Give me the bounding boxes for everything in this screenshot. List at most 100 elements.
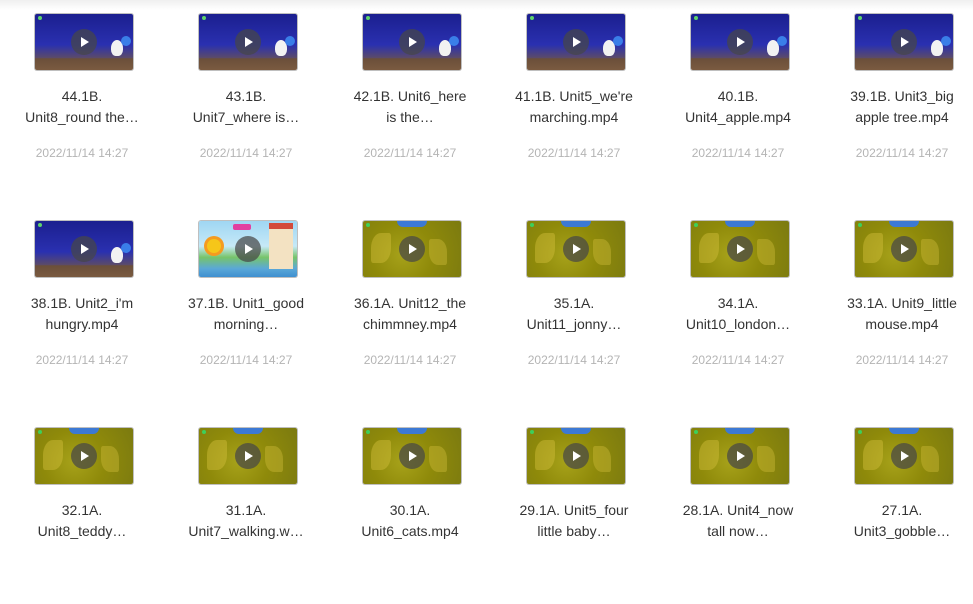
video-thumbnail[interactable]	[855, 14, 953, 70]
video-thumbnail[interactable]	[35, 221, 133, 277]
video-thumbnail[interactable]	[199, 428, 297, 484]
file-tile[interactable]: 44.1B. Unit8_round the… 2022/11/14 14:27	[0, 0, 164, 190]
file-name[interactable]: 41.1B. Unit5_we're marching.mp4	[492, 86, 656, 128]
video-thumbnail[interactable]	[527, 428, 625, 484]
video-thumbnail[interactable]	[691, 14, 789, 70]
scrollbar[interactable]	[965, 0, 973, 564]
file-name[interactable]: 33.1A. Unit9_little mouse.mp4	[820, 293, 973, 335]
band-decoration	[397, 428, 427, 434]
file-name-line-2: Unit7_where is…	[192, 109, 300, 125]
file-tile[interactable]: 33.1A. Unit9_little mouse.mp4 2022/11/14 1…	[820, 207, 973, 397]
play-icon[interactable]	[235, 236, 261, 262]
file-tile[interactable]: 41.1B. Unit5_we're marching.mp4 2022/11/14…	[492, 0, 656, 190]
video-thumbnail[interactable]	[855, 428, 953, 484]
file-name[interactable]: 34.1A. Unit10_london…	[656, 293, 820, 335]
file-date: 2022/11/14 14:27	[691, 146, 785, 160]
file-date: 2022/11/14 14:27	[527, 146, 621, 160]
file-name[interactable]: 27.1A. Unit3_gobble…	[820, 500, 973, 542]
play-icon[interactable]	[891, 236, 917, 262]
video-thumbnail[interactable]	[363, 428, 461, 484]
file-tile[interactable]: 31.1A. Unit7_walking.w…	[164, 414, 328, 604]
play-icon[interactable]	[727, 443, 753, 469]
file-name-line-1: 44.1B.	[61, 88, 103, 104]
play-icon[interactable]	[235, 443, 261, 469]
play-icon[interactable]	[71, 236, 97, 262]
play-icon[interactable]	[399, 236, 425, 262]
file-tile[interactable]: 39.1B. Unit3_big apple tree.mp4 2022/11/14…	[820, 0, 973, 190]
video-thumbnail[interactable]	[855, 221, 953, 277]
file-name[interactable]: 35.1A. Unit11_jonny…	[492, 293, 656, 335]
play-icon[interactable]	[727, 29, 753, 55]
play-icon[interactable]	[235, 29, 261, 55]
file-tile[interactable]: 43.1B. Unit7_where is… 2022/11/14 14:27	[164, 0, 328, 190]
video-thumbnail[interactable]	[691, 428, 789, 484]
file-name[interactable]: 37.1B. Unit1_good morning…	[164, 293, 328, 335]
band-decoration	[725, 221, 755, 227]
file-tile[interactable]: 34.1A. Unit10_london… 2022/11/14 14:27	[656, 207, 820, 397]
video-thumbnail[interactable]	[527, 14, 625, 70]
file-name[interactable]: 32.1A. Unit8_teddy…	[0, 500, 164, 542]
moon-decoration	[38, 16, 42, 20]
play-icon[interactable]	[563, 443, 589, 469]
leaf-decoration	[757, 239, 775, 265]
play-icon[interactable]	[563, 29, 589, 55]
file-name-line-1: 34.1A.	[717, 295, 759, 311]
file-name[interactable]: 28.1A. Unit4_now tall now…	[656, 500, 820, 542]
file-tile[interactable]: 30.1A. Unit6_cats.mp4	[328, 414, 492, 604]
file-name[interactable]: 43.1B. Unit7_where is…	[164, 86, 328, 128]
file-name-line-1: 42.1B. Unit6_here	[353, 88, 467, 104]
leaf-decoration	[699, 233, 719, 263]
leaf-decoration	[757, 446, 775, 472]
file-name[interactable]: 38.1B. Unit2_i'm hungry.mp4	[0, 293, 164, 335]
play-icon[interactable]	[399, 443, 425, 469]
band-decoration	[889, 428, 919, 434]
file-name[interactable]: 30.1A. Unit6_cats.mp4	[328, 500, 492, 542]
play-icon[interactable]	[563, 236, 589, 262]
play-icon[interactable]	[71, 29, 97, 55]
file-name[interactable]: 40.1B. Unit4_apple.mp4	[656, 86, 820, 128]
leaf-decoration	[921, 239, 939, 265]
file-name[interactable]: 36.1A. Unit12_the chimmney.mp4	[328, 293, 492, 335]
video-thumbnail[interactable]	[199, 14, 297, 70]
file-tile[interactable]: 27.1A. Unit3_gobble…	[820, 414, 973, 604]
file-tile[interactable]: 32.1A. Unit8_teddy…	[0, 414, 164, 604]
file-tile[interactable]: 37.1B. Unit1_good morning… 2022/11/14 14:2…	[164, 207, 328, 397]
video-thumbnail[interactable]	[691, 221, 789, 277]
play-icon[interactable]	[727, 236, 753, 262]
file-name-line-2: hungry.mp4	[45, 316, 119, 332]
video-thumbnail[interactable]	[363, 221, 461, 277]
leaf-decoration	[429, 446, 447, 472]
leaf-decoration	[43, 440, 63, 470]
file-tile[interactable]: 36.1A. Unit12_the chimmney.mp4 2022/11/14 …	[328, 207, 492, 397]
file-name[interactable]: 39.1B. Unit3_big apple tree.mp4	[820, 86, 973, 128]
file-name[interactable]: 44.1B. Unit8_round the…	[0, 86, 164, 128]
play-icon[interactable]	[71, 443, 97, 469]
leaf-decoration	[921, 446, 939, 472]
moon-decoration	[694, 16, 698, 20]
file-tile[interactable]: 28.1A. Unit4_now tall now…	[656, 414, 820, 604]
character-decoration	[449, 36, 459, 46]
file-tile[interactable]: 42.1B. Unit6_here is the… 2022/11/14 14:27	[328, 0, 492, 190]
file-name-line-2: is the…	[386, 109, 434, 125]
video-thumbnail[interactable]	[35, 14, 133, 70]
video-thumbnail[interactable]	[199, 221, 297, 277]
file-name[interactable]: 31.1A. Unit7_walking.w…	[164, 500, 328, 542]
video-thumbnail[interactable]	[527, 221, 625, 277]
play-icon[interactable]	[891, 443, 917, 469]
file-name-line-1: 35.1A.	[553, 295, 595, 311]
video-thumbnail[interactable]	[35, 428, 133, 484]
file-name-line-1: 32.1A.	[61, 502, 103, 518]
band-decoration	[725, 428, 755, 434]
file-tile[interactable]: 29.1A. Unit5_four little baby…	[492, 414, 656, 604]
file-tile[interactable]: 40.1B. Unit4_apple.mp4 2022/11/14 14:27	[656, 0, 820, 190]
play-icon[interactable]	[891, 29, 917, 55]
file-name[interactable]: 29.1A. Unit5_four little baby…	[492, 500, 656, 542]
file-name-line-1: 37.1B. Unit1_good	[188, 295, 304, 311]
file-tile[interactable]: 35.1A. Unit11_jonny… 2022/11/14 14:27	[492, 207, 656, 397]
band-decoration	[69, 428, 99, 434]
file-tile[interactable]: 38.1B. Unit2_i'm hungry.mp4 2022/11/14 14:…	[0, 207, 164, 397]
character-decoration	[285, 36, 295, 46]
play-icon[interactable]	[399, 29, 425, 55]
file-name[interactable]: 42.1B. Unit6_hereis the…	[328, 86, 492, 128]
video-thumbnail[interactable]	[363, 14, 461, 70]
